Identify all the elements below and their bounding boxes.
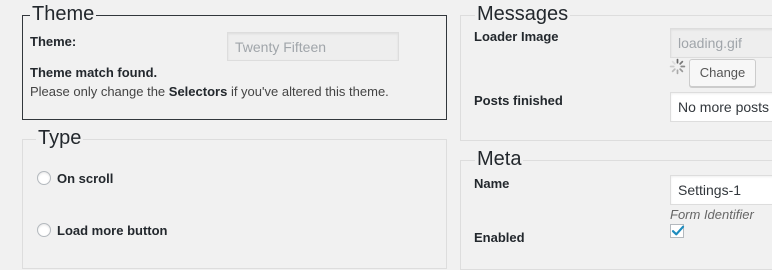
on-scroll-label: On scroll — [57, 171, 114, 186]
posts-finished-field[interactable]: No more posts — [670, 92, 772, 122]
theme-match-text: Theme match found. — [30, 65, 158, 80]
form-identifier-hint: Form Identifier — [670, 207, 754, 222]
theme-label: Theme: — [30, 34, 77, 49]
theme-field: Twenty Fifteen — [227, 32, 399, 61]
on-scroll-radio[interactable] — [37, 171, 51, 185]
name-field[interactable]: Settings-1 — [670, 175, 772, 205]
checkmark-icon — [670, 223, 686, 239]
theme-note-suffix: if you've altered this theme. — [227, 84, 389, 99]
meta-legend: Meta — [475, 148, 524, 170]
theme-note: Please only change the Selectors if you'… — [30, 84, 389, 99]
theme-fieldset: Theme Theme: Twenty Fifteen Theme match … — [22, 3, 447, 120]
load-more-button-label: Load more button — [57, 223, 168, 238]
theme-note-prefix: Please only change the — [30, 84, 169, 99]
theme-note-selectors: Selectors — [168, 84, 228, 99]
loading-spinner-icon — [669, 58, 686, 75]
posts-finished-label: Posts finished — [474, 93, 563, 108]
theme-legend: Theme — [30, 3, 97, 25]
name-label: Name — [474, 176, 510, 191]
enabled-label: Enabled — [474, 230, 525, 245]
load-more-button-radio[interactable] — [37, 223, 51, 237]
messages-fieldset: Messages Loader Image loading.gif Change… — [460, 3, 772, 141]
enabled-checkbox[interactable] — [670, 223, 686, 239]
change-loader-button[interactable]: Change — [689, 59, 756, 87]
type-legend: Type — [36, 127, 84, 149]
loader-image-field: loading.gif — [670, 28, 772, 58]
messages-legend: Messages — [475, 3, 571, 25]
loader-image-label: Loader Image — [474, 29, 559, 44]
meta-fieldset: Meta Name Settings-1 Form Identifier Ena… — [460, 148, 772, 270]
